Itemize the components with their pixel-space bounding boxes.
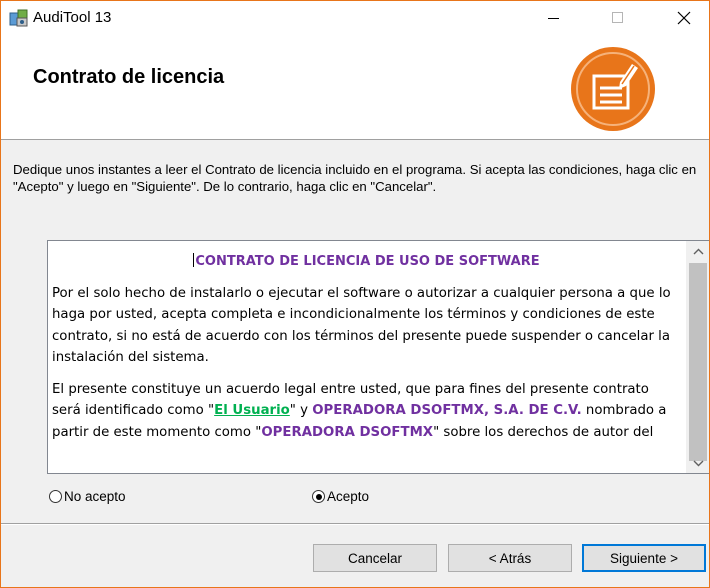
installer-window: AudiTool 13 Contrato de licencia Dedique… [0, 0, 710, 588]
company-short-name: OPERADORA DSOFTMX [261, 424, 434, 440]
next-button[interactable]: Siguiente > [582, 544, 706, 572]
scroll-thumb[interactable] [689, 263, 707, 461]
footer-divider-highlight [1, 524, 709, 525]
instructions-text: Dedique unos instantes a leer el Contrat… [13, 162, 697, 194]
accept-label[interactable]: Acepto [327, 489, 369, 504]
document-pen-icon [571, 47, 655, 131]
accept-option[interactable]: Acepto [312, 489, 369, 504]
maximize-button[interactable] [595, 1, 641, 34]
license-paragraph-1: Por el solo hecho de instalarlo o ejecut… [52, 285, 671, 366]
reject-option[interactable]: No acepto [49, 489, 126, 504]
page-title: Contrato de licencia [33, 66, 225, 88]
license-text-segment: " y [289, 403, 313, 418]
back-button[interactable]: < Atrás [448, 544, 572, 572]
cancel-button[interactable]: Cancelar [313, 544, 437, 572]
license-title: CONTRATO DE LICENCIA DE USO DE SOFTWARE [52, 251, 681, 273]
license-text-segment: " sobre los derechos de autor del [433, 424, 654, 440]
accept-radio[interactable] [312, 490, 325, 503]
license-content[interactable]: CONTRATO DE LICENCIA DE USO DE SOFTWARE … [48, 241, 685, 473]
maximize-icon [612, 11, 623, 23]
minimize-icon [548, 17, 559, 19]
close-button[interactable] [661, 1, 707, 34]
title-bar: AudiTool 13 [1, 1, 709, 34]
app-installer-icon [9, 9, 28, 27]
license-textbox[interactable]: CONTRATO DE LICENCIA DE USO DE SOFTWARE … [47, 240, 709, 474]
license-title-text: CONTRATO DE LICENCIA DE USO DE SOFTWARE [195, 254, 540, 269]
minimize-button[interactable] [531, 1, 577, 34]
wizard-header: Contrato de licencia [1, 34, 709, 140]
license-scrollbar[interactable] [685, 241, 709, 473]
chevron-up-icon [693, 248, 703, 254]
close-icon [677, 11, 691, 24]
scroll-down-button[interactable] [686, 453, 709, 473]
window-title: AudiTool 13 [33, 9, 112, 26]
company-name: OPERADORA DSOFTMX, S.A. DE C.V. [312, 403, 582, 418]
user-term-link: El Usuario [214, 403, 290, 418]
reject-radio[interactable] [49, 490, 62, 503]
license-paragraph-2: El presente constituye un acuerdo legal … [52, 379, 681, 444]
reject-label[interactable]: No acepto [64, 489, 126, 504]
chevron-down-icon [693, 460, 703, 466]
scroll-up-button[interactable] [686, 241, 709, 261]
